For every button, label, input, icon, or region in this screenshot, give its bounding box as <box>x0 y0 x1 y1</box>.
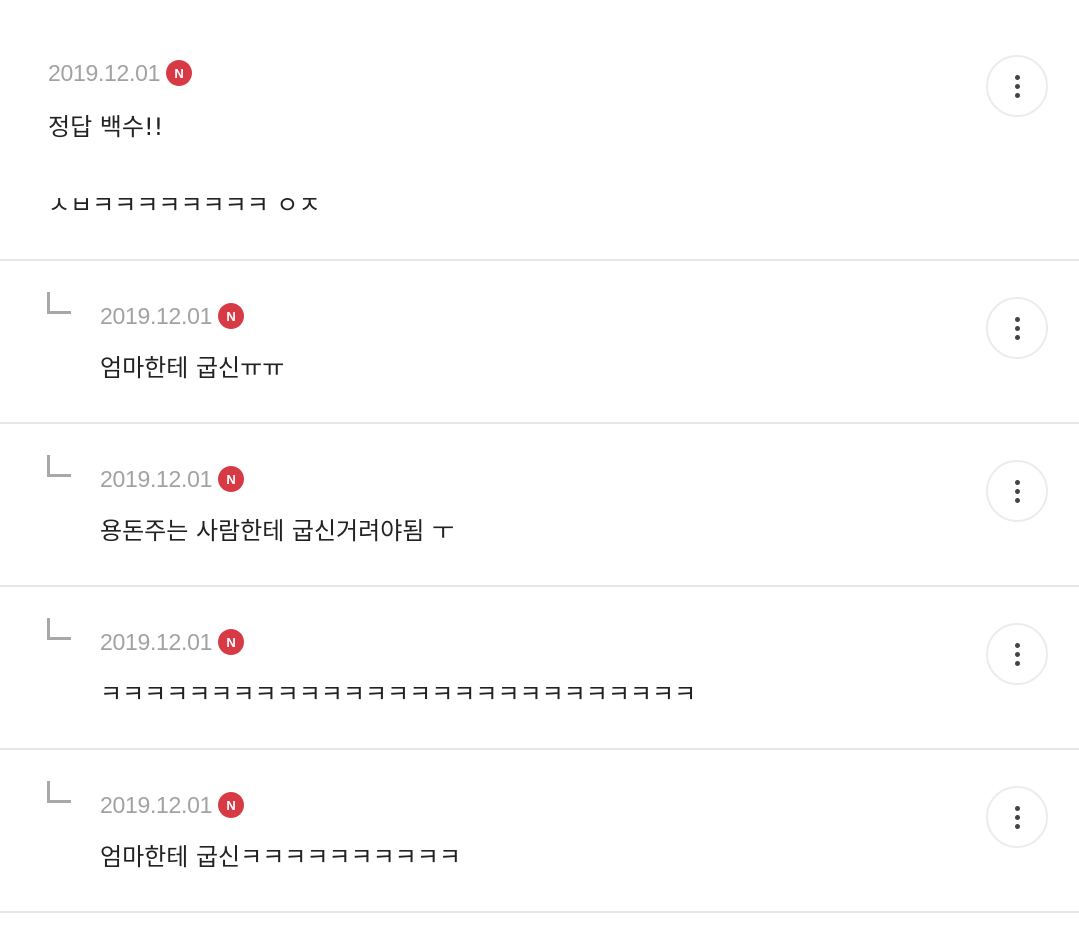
reply-arrow-icon <box>47 292 71 314</box>
reply-arrow-icon <box>47 781 71 803</box>
new-badge: N <box>218 792 245 818</box>
new-badge: N <box>218 629 245 655</box>
reply-item: 2019.12.01 N 용돈주는 사람한테 굽신거려야됨 ㅜ <box>0 424 1079 587</box>
comment-list: 2019.12.01 N 정답 백수!! ㅅㅂㅋㅋㅋㅋㅋㅋㅋㅋ ㅇㅈ 2019.… <box>0 0 1079 913</box>
more-options-button[interactable] <box>986 460 1048 522</box>
more-vertical-icon <box>1014 642 1020 648</box>
more-options-button[interactable] <box>986 786 1048 848</box>
more-vertical-icon <box>1014 805 1020 811</box>
reply-text: 엄마한테 굽신ㅠㅠ <box>100 354 285 382</box>
more-vertical-icon <box>1014 316 1020 322</box>
reply-date: 2019.12.01 <box>100 302 213 329</box>
comment-item: 2019.12.01 N 정답 백수!! ㅅㅂㅋㅋㅋㅋㅋㅋㅋㅋ ㅇㅈ <box>0 0 1079 261</box>
more-options-button[interactable] <box>986 623 1048 685</box>
reply-item: 2019.12.01 N 엄마한테 굽신ㅠㅠ <box>0 261 1079 424</box>
more-vertical-icon <box>1014 74 1020 80</box>
reply-date: 2019.12.01 <box>100 791 213 818</box>
comment-date: 2019.12.01 <box>48 59 161 86</box>
new-badge: N <box>218 303 245 329</box>
reply-meta: 2019.12.01 N <box>100 464 245 494</box>
reply-date: 2019.12.01 <box>100 465 213 492</box>
more-options-button[interactable] <box>986 55 1048 117</box>
reply-arrow-icon <box>47 455 71 477</box>
new-badge: N <box>166 60 193 86</box>
reply-meta: 2019.12.01 N <box>100 627 245 657</box>
reply-text: ㅋㅋㅋㅋㅋㅋㅋㅋㅋㅋㅋㅋㅋㅋㅋㅋㅋㅋㅋㅋㅋㅋㅋㅋㅋㅋㅋ <box>100 680 697 708</box>
comment-text-line: ㅅㅂㅋㅋㅋㅋㅋㅋㅋㅋ ㅇㅈ <box>48 191 321 219</box>
comment-text-line: 정답 백수!! <box>48 113 164 141</box>
more-options-button[interactable] <box>986 297 1048 359</box>
more-vertical-icon <box>1014 479 1020 485</box>
reply-item: 2019.12.01 N 엄마한테 굽신ㅋㅋㅋㅋㅋㅋㅋㅋㅋㅋ <box>0 750 1079 913</box>
new-badge: N <box>218 466 245 492</box>
reply-text: 용돈주는 사람한테 굽신거려야됨 ㅜ <box>100 517 455 545</box>
reply-item: 2019.12.01 N ㅋㅋㅋㅋㅋㅋㅋㅋㅋㅋㅋㅋㅋㅋㅋㅋㅋㅋㅋㅋㅋㅋㅋㅋㅋㅋㅋ <box>0 587 1079 750</box>
reply-arrow-icon <box>47 618 71 640</box>
reply-text: 엄마한테 굽신ㅋㅋㅋㅋㅋㅋㅋㅋㅋㅋ <box>100 843 461 871</box>
comment-meta: 2019.12.01 N <box>48 58 193 88</box>
reply-meta: 2019.12.01 N <box>100 790 245 820</box>
reply-date: 2019.12.01 <box>100 628 213 655</box>
reply-meta: 2019.12.01 N <box>100 301 245 331</box>
